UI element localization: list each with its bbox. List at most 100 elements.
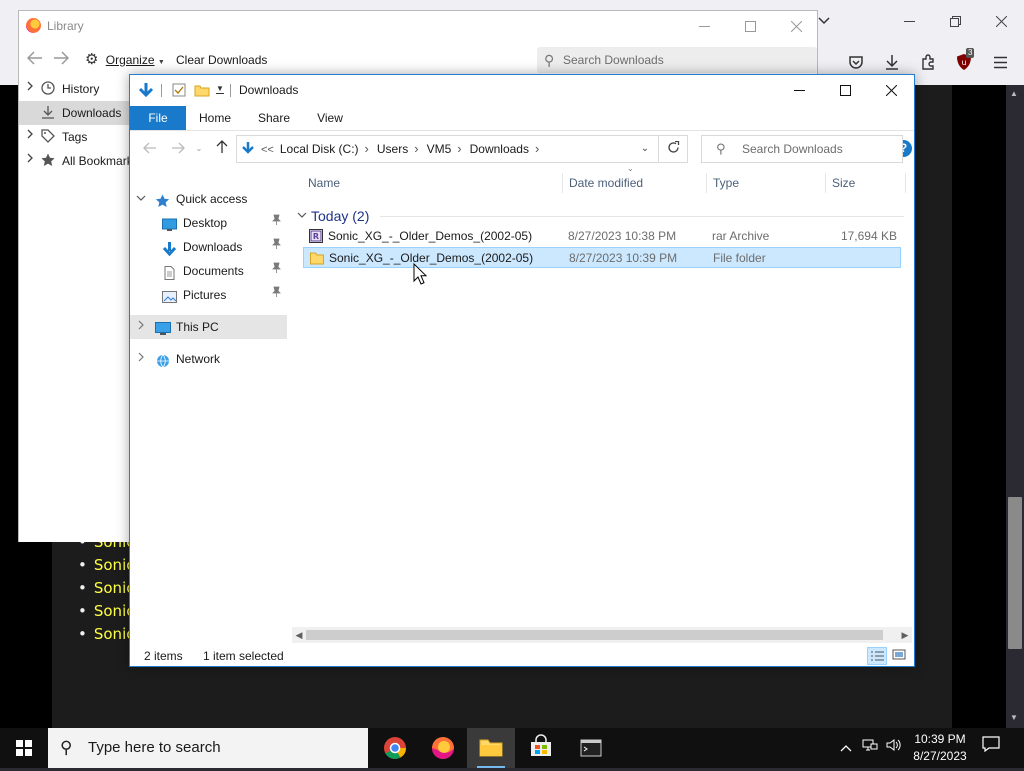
terminal-taskbar-icon[interactable] (567, 728, 615, 768)
file-row[interactable]: R Sonic_XG_-_Older_Demos_(2002-05) 8/27/20… (303, 226, 901, 247)
library-close-button[interactable] (773, 11, 819, 41)
tab-file[interactable]: File (130, 106, 186, 130)
ublock-shield-icon[interactable]: u 3 (950, 48, 978, 76)
scroll-down-arrow-icon[interactable]: ▼ (1010, 713, 1018, 722)
nav-item-documents[interactable]: Documents (130, 259, 287, 283)
collapse-chevron-icon[interactable] (136, 187, 146, 211)
tree-expand-chevron-icon[interactable] (27, 77, 34, 101)
expand-chevron-icon[interactable] (138, 347, 145, 371)
tab-view[interactable]: View (306, 106, 354, 130)
organize-menu-button[interactable]: ⚙ Organize ▼ (85, 49, 165, 71)
pocket-icon[interactable] (842, 48, 870, 76)
new-folder-icon[interactable] (194, 83, 210, 100)
file-row[interactable]: Sonic_XG_-_Older_Demos_(2002-05) 8/27/202… (303, 247, 901, 268)
pin-icon[interactable] (272, 211, 281, 235)
tab-home[interactable]: Home (192, 106, 238, 130)
breadcrumb-separator-chevron-icon[interactable]: › (535, 141, 539, 156)
column-header-size[interactable]: Size (832, 170, 902, 196)
start-button[interactable] (0, 728, 48, 768)
expand-chevron-icon[interactable] (138, 315, 145, 339)
horizontal-scrollbar[interactable]: ◀ ▶ (292, 627, 912, 643)
details-view-button[interactable] (867, 647, 887, 665)
clear-downloads-button[interactable]: Clear Downloads (176, 49, 267, 71)
up-button[interactable] (210, 135, 234, 163)
tab-share[interactable]: Share (250, 106, 298, 130)
address-bar[interactable]: << Local Disk (C:) › Users › VM5 › Downloads › ⌄ (236, 135, 688, 163)
scroll-left-arrow-icon[interactable]: ◀ (292, 627, 306, 643)
extensions-icon[interactable] (914, 48, 942, 76)
downloads-toolbar-icon[interactable] (878, 48, 906, 76)
breadcrumb-overflow[interactable]: << (261, 144, 274, 156)
library-tree-item[interactable]: Tags (19, 125, 131, 149)
back-button[interactable] (138, 135, 162, 163)
forward-arrow-icon[interactable] (53, 51, 70, 68)
breadcrumb-separator-chevron-icon[interactable]: › (414, 141, 418, 156)
library-tree-item[interactable]: All Bookmarks (19, 149, 131, 173)
page-scrollbar[interactable]: ▲ ▼ (1006, 85, 1024, 728)
nav-item-desktop[interactable]: Desktop (130, 211, 287, 235)
page-scrollbar-thumb[interactable] (1008, 497, 1022, 649)
column-divider[interactable] (706, 173, 707, 193)
recent-locations-chevron-icon[interactable]: ⌄ (192, 135, 206, 163)
firefox-restore-button[interactable] (932, 6, 978, 36)
library-search-input[interactable]: ⚲ Search Downloads (537, 47, 817, 73)
taskbar-search-box[interactable]: ⚲ Type here to search (48, 728, 368, 768)
tray-overflow-chevron-icon[interactable] (840, 728, 852, 768)
tree-expand-chevron-icon[interactable] (27, 149, 34, 173)
nav-quick-access[interactable]: Quick access (130, 187, 287, 211)
column-divider[interactable] (905, 173, 906, 193)
hamburger-menu-icon[interactable] (986, 48, 1014, 76)
firefox-taskbar-icon[interactable] (419, 728, 467, 768)
scroll-up-arrow-icon[interactable]: ▲ (1010, 89, 1018, 98)
explorer-search-input[interactable]: ⚲ Search Downloads (701, 135, 903, 163)
qat-dropdown-icon[interactable]: ▼ (216, 85, 224, 94)
volume-tray-icon[interactable] (886, 728, 902, 768)
nav-item-pictures[interactable]: Pictures (130, 283, 287, 307)
chrome-taskbar-icon[interactable] (371, 728, 419, 768)
horizontal-scrollbar-thumb[interactable] (306, 630, 883, 640)
back-arrow-icon[interactable] (26, 51, 43, 68)
breadcrumb-item[interactable]: VM5 (427, 142, 452, 156)
column-divider[interactable] (562, 173, 563, 193)
forward-button[interactable] (166, 135, 190, 163)
explorer-minimize-button[interactable] (776, 75, 822, 105)
column-header-type[interactable]: Type (713, 170, 823, 196)
pin-icon[interactable] (272, 235, 281, 259)
column-divider[interactable] (825, 173, 826, 193)
properties-check-icon[interactable] (172, 83, 186, 100)
breadcrumb-separator-chevron-icon[interactable]: › (457, 141, 461, 156)
breadcrumb-item[interactable]: Downloads (470, 142, 529, 156)
breadcrumb-separator-chevron-icon[interactable]: › (365, 141, 369, 156)
firefox-close-button[interactable] (978, 6, 1024, 36)
large-icons-view-button[interactable] (890, 647, 910, 665)
column-header-name[interactable]: Name (308, 170, 558, 196)
column-header-date-modified[interactable]: Date modified (569, 170, 699, 196)
notifications-icon[interactable] (982, 728, 1000, 768)
tab-overflow-chevron-icon[interactable] (818, 14, 834, 28)
pin-icon[interactable] (272, 283, 281, 307)
clock[interactable]: 10:39 PM 8/27/2023 (910, 731, 970, 765)
store-taskbar-icon[interactable] (517, 728, 565, 768)
breadcrumb-item[interactable]: Local Disk (C:) (280, 142, 359, 156)
explorer-close-button[interactable] (868, 75, 914, 105)
pin-icon[interactable] (272, 259, 281, 283)
nav-network[interactable]: Network (130, 347, 287, 371)
library-tree-item[interactable]: Downloads (19, 101, 131, 125)
library-tree-item[interactable]: History (19, 77, 131, 101)
library-minimize-button[interactable] (681, 11, 727, 41)
library-titlebar[interactable]: Library (19, 11, 817, 41)
breadcrumb-item[interactable]: Users (377, 142, 408, 156)
nav-this-pc[interactable]: This PC (130, 315, 287, 339)
library-maximize-button[interactable] (727, 11, 773, 41)
tree-expand-chevron-icon[interactable] (27, 125, 34, 149)
address-history-dropdown-icon[interactable]: ⌄ (635, 136, 655, 162)
explorer-titlebar[interactable]: ▼ Downloads (130, 75, 914, 105)
file-explorer-taskbar-icon[interactable] (467, 728, 515, 768)
group-collapse-chevron-icon[interactable] (297, 206, 307, 226)
network-tray-icon[interactable] (862, 728, 878, 768)
nav-item-downloads[interactable]: Downloads (130, 235, 287, 259)
refresh-button[interactable] (658, 135, 688, 163)
scroll-right-arrow-icon[interactable]: ▶ (898, 627, 912, 643)
firefox-minimize-button[interactable] (886, 6, 932, 36)
explorer-maximize-button[interactable] (822, 75, 868, 105)
